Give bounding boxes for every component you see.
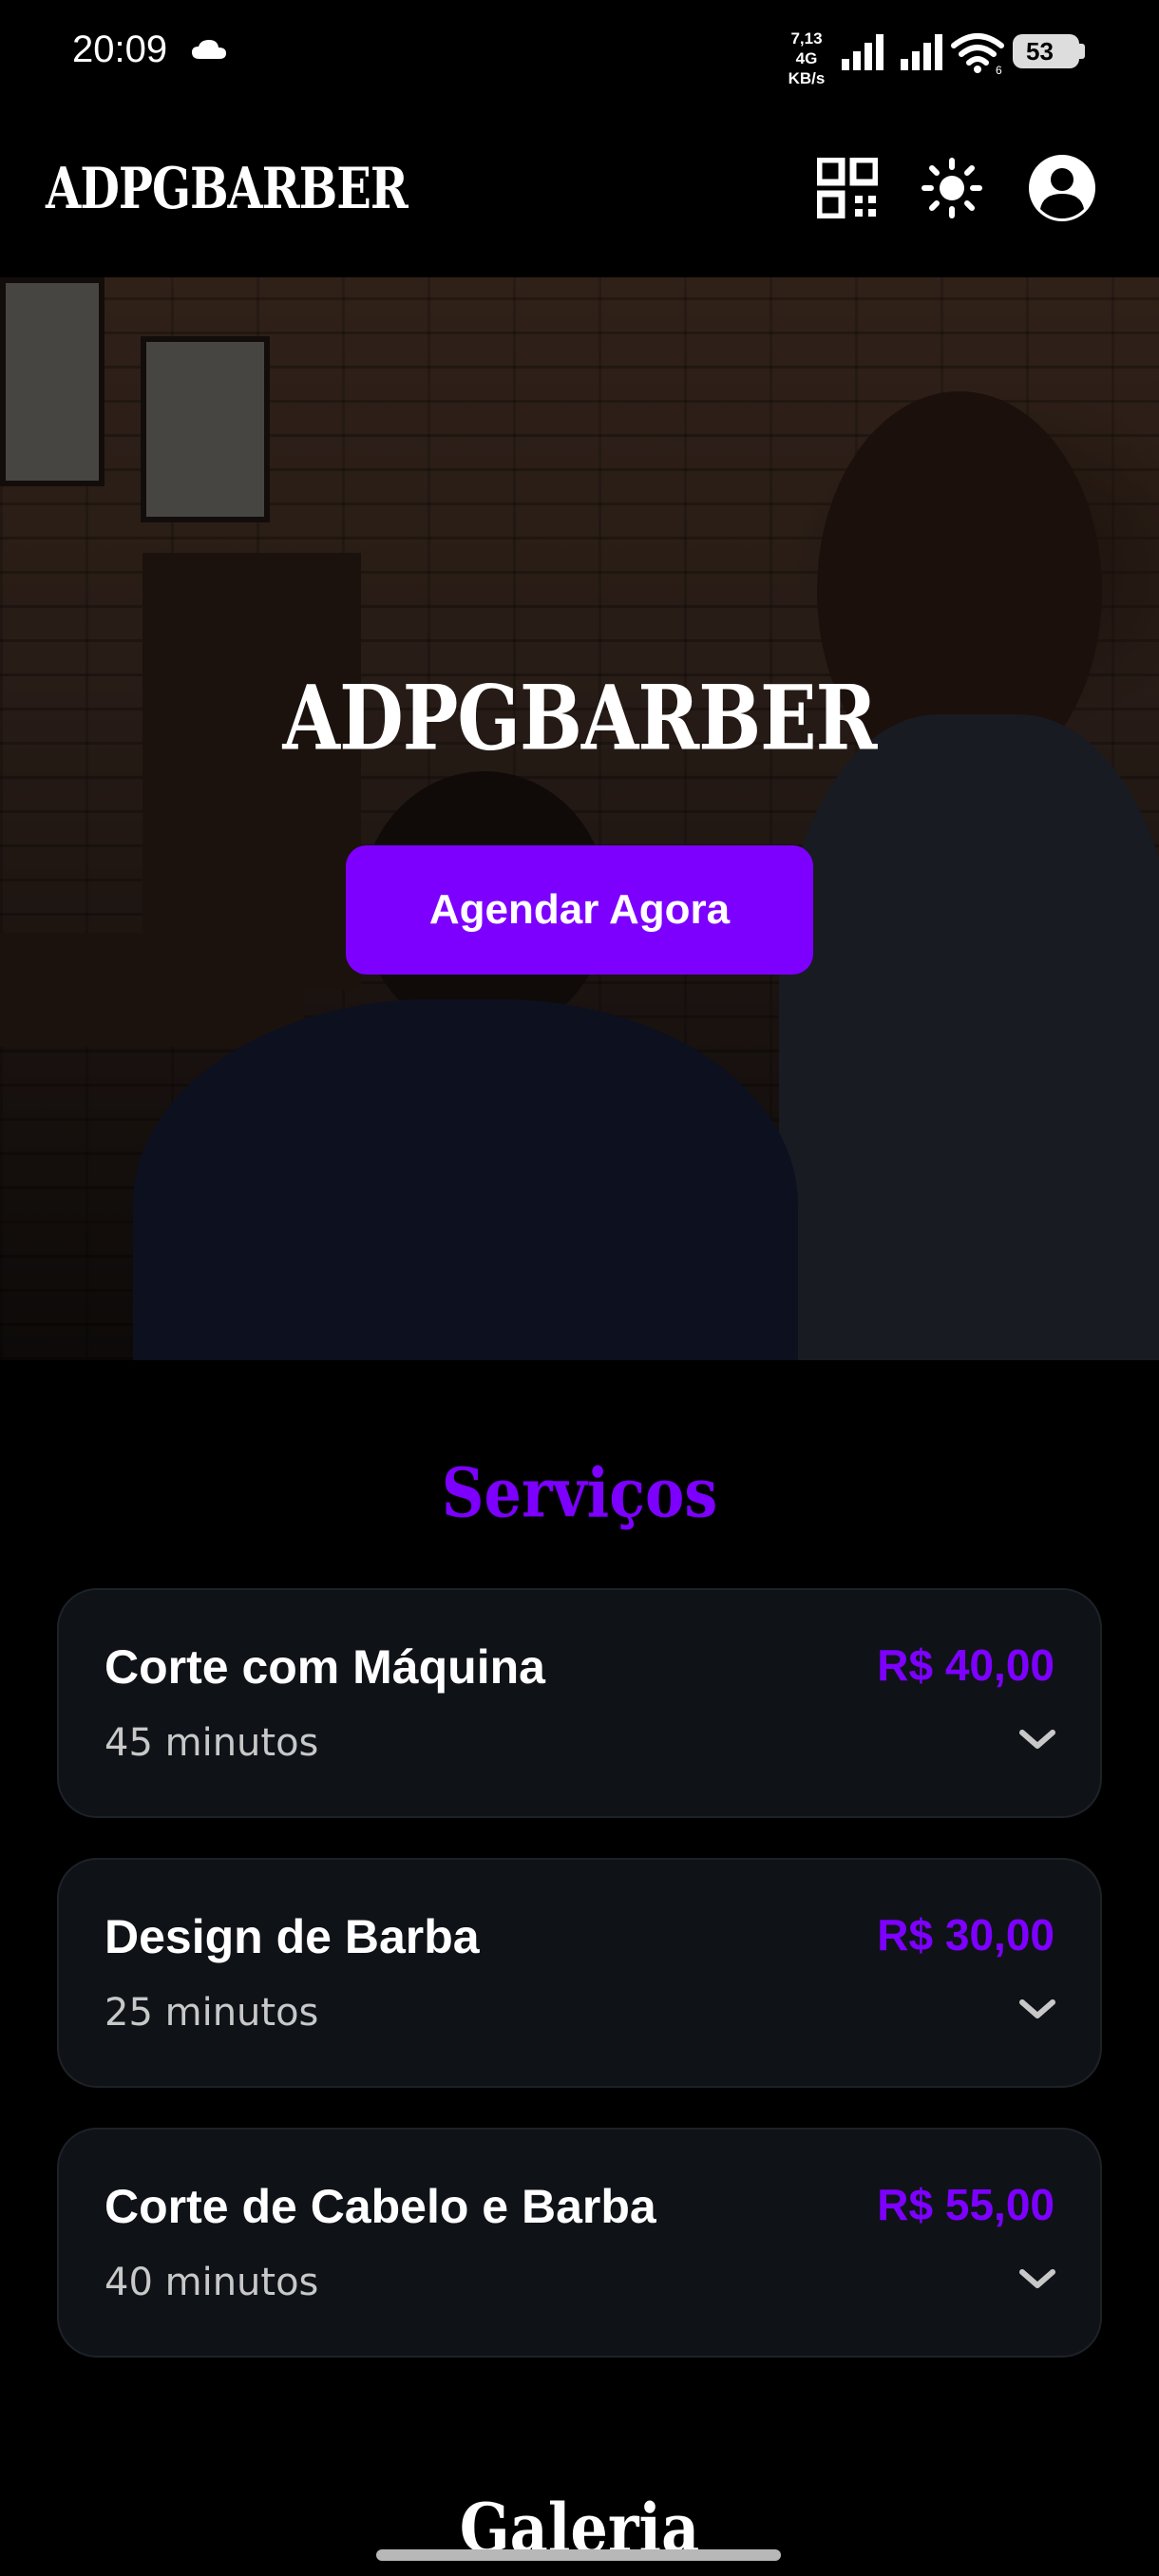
- service-duration: 45 minutos: [104, 1721, 319, 1765]
- services-title: Serviços: [441, 1453, 718, 1533]
- net-speed-unit: KB/s: [788, 69, 826, 87]
- net-speed-value: 7,13: [790, 29, 823, 47]
- service-price: R$ 30,00: [877, 1910, 1054, 1960]
- status-bar: 20:09 7,13 4G KB/s 6 53: [0, 0, 1159, 104]
- service-card[interactable]: Corte de Cabelo e Barba 40 minutos R$ 55…: [57, 2128, 1102, 2358]
- home-indicator[interactable]: [376, 2549, 781, 2561]
- net-type: 4G: [795, 49, 818, 67]
- service-name: Design de Barba: [104, 1910, 480, 1963]
- service-price: R$ 40,00: [877, 1640, 1054, 1690]
- hero-banner: ADPGBARBER Agendar Agora: [0, 277, 1159, 1360]
- wifi-label: 6: [996, 64, 1002, 74]
- chevron-down-icon[interactable]: [1016, 2264, 1058, 2293]
- service-name: Corte com Máquina: [104, 1640, 545, 1694]
- wifi-icon: 6: [951, 33, 1004, 74]
- app-header: ADPGBARBER: [0, 104, 1159, 277]
- service-price: R$ 55,00: [877, 2180, 1054, 2229]
- brand-logo[interactable]: ADPGBARBER: [46, 156, 408, 222]
- cloud-icon: [192, 40, 226, 59]
- chevron-down-icon[interactable]: [1016, 1725, 1058, 1753]
- hero-title: ADPGBARBER: [282, 667, 878, 771]
- battery-indicator: 53: [1013, 34, 1085, 68]
- book-now-button[interactable]: Agendar Agora: [346, 845, 813, 975]
- signal-icon: [901, 34, 942, 70]
- chevron-down-icon[interactable]: [1016, 1995, 1058, 2023]
- network-speed: 7,13 4G KB/s: [779, 28, 834, 88]
- service-duration: 25 minutos: [104, 1991, 319, 2035]
- hero-overlay: [0, 277, 1159, 1360]
- signal-icon: [842, 34, 884, 70]
- service-card[interactable]: Corte com Máquina 45 minutos R$ 40,00: [57, 1588, 1102, 1818]
- status-time: 20:09: [72, 28, 168, 70]
- service-duration: 40 minutos: [104, 2261, 319, 2304]
- service-card[interactable]: Design de Barba 25 minutos R$ 30,00: [57, 1858, 1102, 2088]
- account-icon[interactable]: [1028, 154, 1096, 222]
- brightness-icon[interactable]: [922, 158, 982, 218]
- qr-code-icon[interactable]: [817, 158, 878, 218]
- service-name: Corte de Cabelo e Barba: [104, 2180, 656, 2233]
